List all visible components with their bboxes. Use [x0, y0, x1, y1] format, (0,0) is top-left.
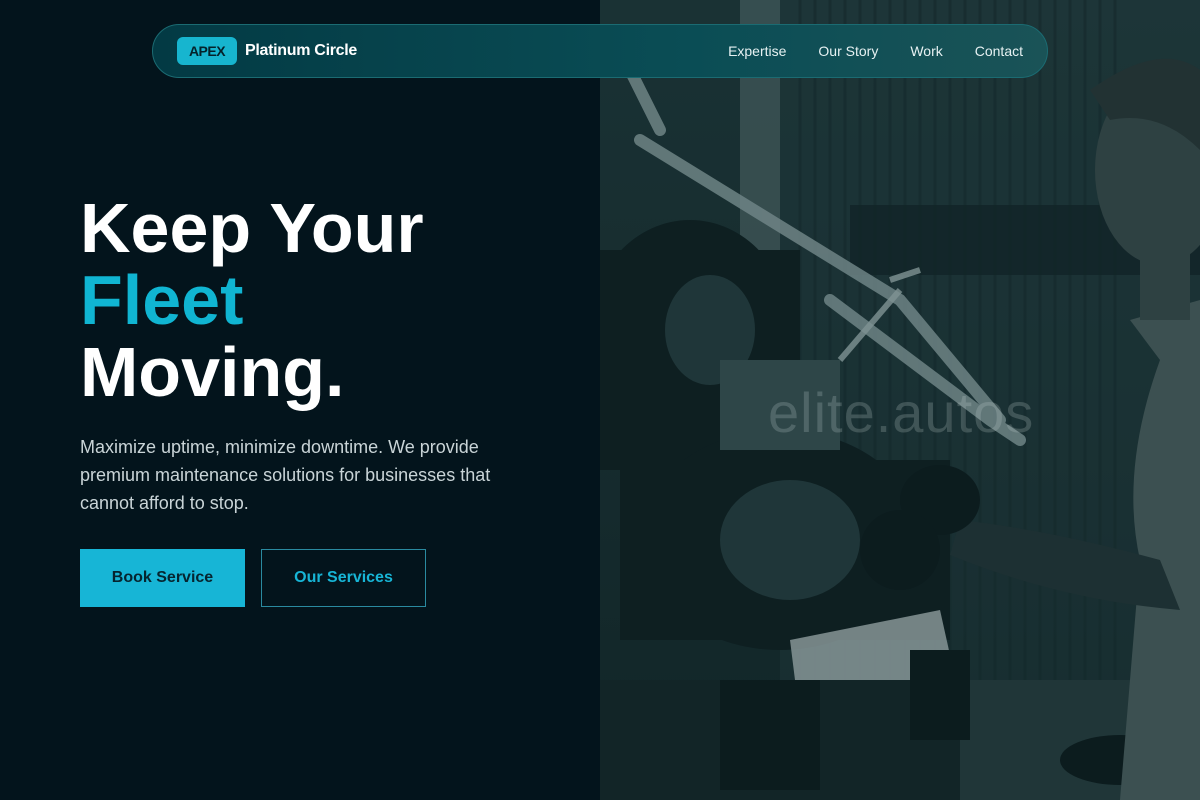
nav-link-contact[interactable]: Contact	[975, 43, 1023, 59]
nav-link-work[interactable]: Work	[910, 43, 942, 59]
hero-title: Keep Your Fleet Moving.	[80, 192, 424, 408]
book-service-button[interactable]: Book Service	[80, 549, 245, 607]
nav-link-our-story[interactable]: Our Story	[818, 43, 878, 59]
hero-title-line3: Moving.	[80, 333, 345, 411]
brand-badge[interactable]: APEX	[177, 37, 237, 65]
hero-subtitle: Maximize uptime, minimize downtime. We p…	[80, 437, 491, 513]
brand-name[interactable]: Platinum Circle	[245, 42, 357, 60]
hero-title-line1: Keep Your	[80, 189, 424, 267]
nav-link-expertise[interactable]: Expertise	[728, 43, 786, 59]
hero-photo: elite.autos	[600, 0, 1200, 800]
top-navigation: APEX Platinum Circle Expertise Our Story…	[152, 24, 1048, 78]
watermark-text: elite.autos	[768, 381, 1035, 444]
our-services-button[interactable]: Our Services	[261, 549, 426, 607]
nav-links: Expertise Our Story Work Contact	[728, 43, 1023, 59]
hero-title-accent: Fleet	[80, 261, 244, 339]
